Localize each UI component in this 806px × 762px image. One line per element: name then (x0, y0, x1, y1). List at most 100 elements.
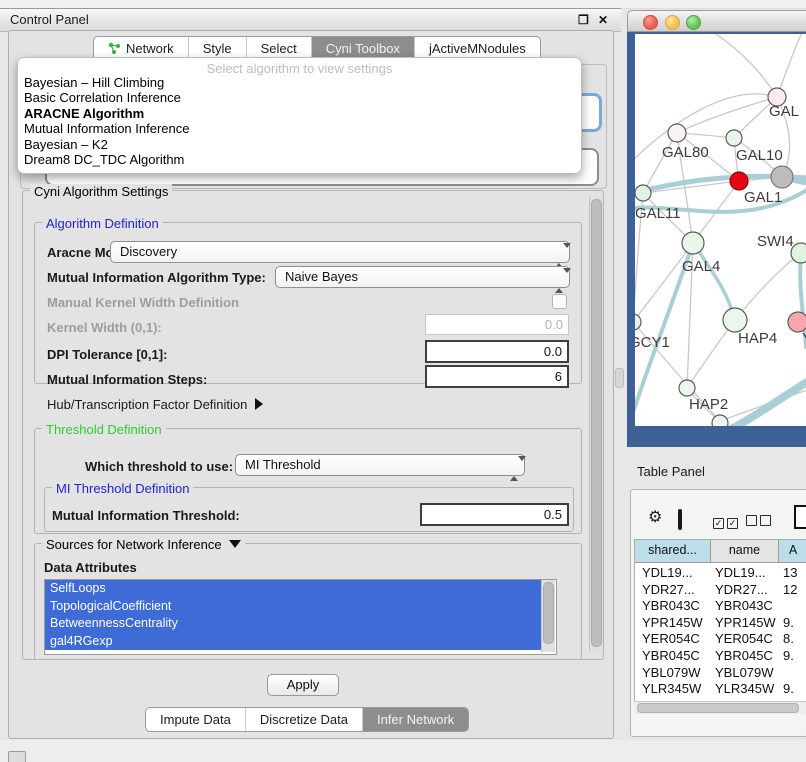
table-cell: YDL19... (635, 565, 711, 582)
table-row[interactable]: YER054CYER054C8. (635, 631, 806, 648)
tab-label: Discretize Data (260, 712, 348, 727)
control-panel-titlebar: Control Panel ❐ ✕ (0, 8, 621, 32)
data-attributes-list[interactable]: SelfLoopsTopologicalCoefficientBetweenne… (44, 579, 557, 655)
table-h-scrollbar[interactable] (634, 701, 806, 714)
mi-type-label: Mutual Information Algorithm Type: (47, 270, 266, 285)
dpi-tolerance-input[interactable]: 0.0 (425, 340, 569, 363)
tab-label: Network (126, 41, 174, 56)
node-gal11[interactable] (635, 185, 651, 201)
close-window-icon[interactable] (643, 15, 658, 30)
network-edge[interactable] (721, 382, 806, 426)
file-icon[interactable] (794, 505, 806, 529)
node-gal4[interactable] (682, 232, 704, 254)
table-cell: 8. (779, 631, 806, 648)
algorithm-option-dream8-dc-tdc-algorithm[interactable]: Dream8 DC_TDC Algorithm (24, 152, 575, 167)
settings-scrollbar[interactable] (589, 196, 603, 652)
network-edge[interactable] (777, 34, 805, 97)
mi-steps-label: Mutual Information Steps: (47, 372, 207, 387)
minimize-window-icon[interactable] (665, 15, 680, 30)
network-edge[interactable] (695, 34, 777, 97)
node-gal1[interactable] (730, 172, 748, 190)
network-canvas[interactable]: GALGAL80GAL10GAL1GAL11GAL4SWI4GCY1HAP4YH… (635, 34, 806, 426)
which-threshold-value: MI Threshold (245, 457, 321, 472)
attribute-topologicalcoefficient[interactable]: TopologicalCoefficient (45, 598, 542, 616)
table-row[interactable]: YBL079WYBL079W (635, 665, 806, 682)
attribute-selfloops[interactable]: SelfLoops (45, 580, 542, 598)
network-edge[interactable] (693, 243, 735, 320)
node-gal1-label: GAL1 (744, 189, 782, 206)
float-panel-icon[interactable]: ❐ (578, 13, 589, 27)
split-columns-icon[interactable] (678, 509, 682, 530)
algorithm-option-aracne-algorithm[interactable]: ARACNE Algorithm (24, 106, 575, 121)
attributes-scrollbar-thumb[interactable] (543, 582, 554, 644)
attribute-gal4rgexp[interactable]: gal4RGexp (45, 633, 542, 651)
threshold-definition-title: Threshold Definition (42, 422, 166, 437)
node-hap4-label: HAP4 (738, 330, 777, 347)
node-gray[interactable] (771, 166, 793, 188)
table-cell (779, 665, 806, 682)
column-header-a[interactable]: A (779, 540, 806, 562)
algorithm-option-bayesian-hill-climbing[interactable]: Bayesian – Hill Climbing (24, 75, 575, 90)
network-edge[interactable] (635, 243, 693, 322)
node-gcy1[interactable] (635, 314, 641, 330)
tab-discretize-data[interactable]: Discretize Data (246, 708, 363, 731)
table-cell: YPR145W (635, 615, 711, 632)
node-pink-right[interactable] (788, 312, 806, 332)
panel-splitter-handle[interactable] (615, 368, 624, 388)
manual-kernel-checkbox[interactable] (552, 294, 567, 309)
table-cell: YLR345W (635, 681, 711, 698)
minimized-panel-icon[interactable] (8, 751, 26, 762)
table-row[interactable]: YBR045CYBR045C9. (635, 648, 806, 665)
table-cell: YDR27... (635, 582, 711, 599)
tab-infer-network[interactable]: Infer Network (363, 708, 468, 731)
node-hap2[interactable] (679, 380, 695, 396)
algorithm-option-bayesian-k2[interactable]: Bayesian – K2 (24, 137, 575, 152)
algorithm-option-mutual-information-inference[interactable]: Mutual Information Inference (24, 121, 575, 136)
which-threshold-label: Which threshold to use: (85, 459, 233, 474)
close-panel-icon[interactable]: ✕ (598, 13, 608, 27)
column-header-name[interactable]: name (711, 540, 779, 562)
gear-icon[interactable]: ⚙ (648, 510, 662, 526)
node-gal10[interactable] (726, 130, 742, 146)
mi-steps-input[interactable]: 6 (425, 365, 569, 388)
node-gal80[interactable] (668, 124, 686, 142)
network-edge[interactable] (735, 253, 801, 320)
kernel-width-input[interactable]: 0.0 (425, 314, 569, 335)
select-all-icon[interactable]: ✓✓ (713, 513, 738, 531)
table-body: YDL19...YDL19...13YDR27...YDR27...12YBR0… (635, 563, 806, 705)
sources-title[interactable]: Sources for Network Inference (42, 537, 245, 552)
which-threshold-select[interactable]: MI Threshold (235, 454, 525, 476)
table-row[interactable]: YDR27...YDR27...12 (635, 582, 806, 599)
mi-threshold-input[interactable]: 0.5 (420, 503, 569, 526)
aracne-mode-select[interactable]: Discovery (110, 241, 570, 263)
table-row[interactable]: YDL19...YDL19...13 (635, 565, 806, 582)
attributes-scrollbar[interactable] (541, 580, 555, 652)
table-cell: YPR145W (711, 615, 779, 632)
hub-section-toggle[interactable]: Hub/Transcription Factor Definition (47, 397, 263, 412)
application-window: Control Panel ❐ ✕ NetworkStyleSelectCyni… (0, 0, 806, 762)
zoom-window-icon[interactable] (686, 15, 701, 30)
node-hap4[interactable] (723, 308, 747, 332)
node-bottom[interactable] (712, 415, 728, 426)
table-h-scrollbar-thumb[interactable] (637, 703, 799, 713)
tab-impute-data[interactable]: Impute Data (146, 708, 246, 731)
table-cell: YBL079W (635, 665, 711, 682)
apply-button[interactable]: Apply (267, 674, 339, 696)
mi-type-select[interactable]: Naive Bayes (275, 266, 570, 288)
aracne-mode-value: Discovery (120, 244, 177, 259)
settings-scrollbar-thumb[interactable] (591, 199, 602, 647)
node-gal4-label: GAL4 (682, 258, 720, 275)
table-panel: ⚙ ✓✓ shared...nameA YDL19...YDL19...13YD… (630, 489, 806, 737)
table-cell: 12 (779, 582, 806, 599)
node-gal11-label: GAL11 (635, 205, 681, 222)
table-row[interactable]: YBR043CYBR043C (635, 598, 806, 615)
deselect-all-icon[interactable] (746, 513, 771, 531)
attribute-betweennesscentrality[interactable]: BetweennessCentrality (45, 615, 542, 633)
node-pink-right-label: Y (802, 330, 806, 347)
table-row[interactable]: YLR345WYLR345W9. (635, 681, 806, 698)
column-header-shared-[interactable]: shared... (635, 540, 711, 562)
node-gal10-label: GAL10 (736, 147, 783, 164)
network-window-titlebar[interactable] (627, 10, 806, 32)
algorithm-option-basic-correlation-inference[interactable]: Basic Correlation Inference (24, 90, 575, 105)
table-row[interactable]: YPR145WYPR145W9. (635, 615, 806, 632)
